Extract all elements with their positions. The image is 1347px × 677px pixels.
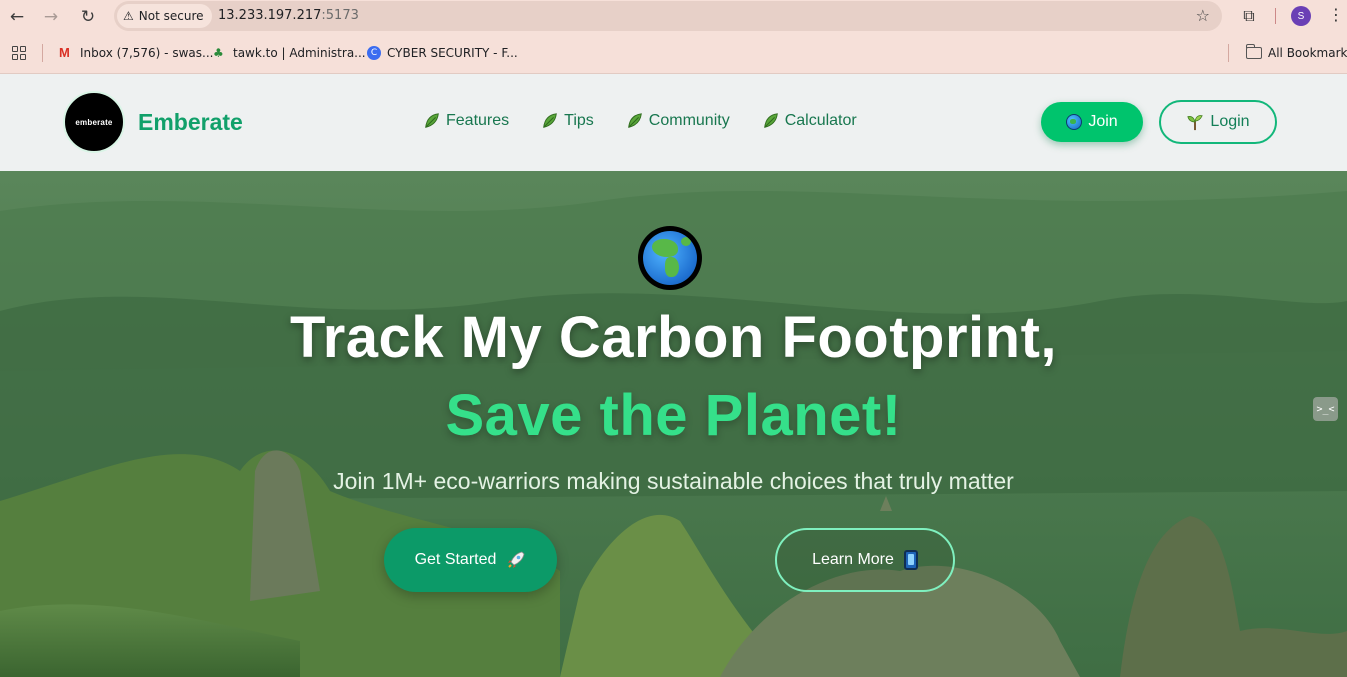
leaf-icon: [763, 113, 778, 128]
reload-icon[interactable]: ↻: [75, 4, 101, 30]
nav-calculator[interactable]: Calculator: [762, 112, 857, 130]
all-bookmarks[interactable]: All Bookmarks: [1245, 44, 1347, 62]
learn-more-button[interactable]: Learn More: [775, 528, 955, 592]
hero-section: Track My Carbon Footprint, Save the Plan…: [0, 171, 1347, 677]
url-text[interactable]: 13.233.197.217:5173: [218, 8, 359, 23]
logo[interactable]: emberate: [63, 91, 125, 153]
security-label: Not secure: [138, 9, 204, 23]
nav-label: Calculator: [784, 112, 857, 129]
leaf-icon: [543, 113, 557, 128]
leaf-icon: [425, 113, 439, 128]
hero-title: Track My Carbon Footprint,: [289, 305, 1058, 370]
brand-name[interactable]: Emberate: [138, 109, 243, 136]
nav-community[interactable]: Community: [626, 112, 730, 130]
browser-chrome: ← → ↻ ⚠ Not secure 13.233.197.217:5173 ☆…: [0, 0, 1347, 74]
url-host: 13.233.197.217: [218, 8, 322, 23]
main-nav: Features Tips Community Calculator: [423, 112, 857, 130]
rocket-icon: [508, 551, 525, 568]
apps-grid-icon[interactable]: [12, 46, 26, 60]
security-indicator[interactable]: ⚠ Not secure: [117, 4, 212, 28]
nav-features[interactable]: Features: [423, 112, 509, 130]
bookmark-label: Inbox (7,576) - swas...: [80, 46, 214, 60]
back-arrow-icon[interactable]: ←: [4, 4, 30, 30]
forward-arrow-icon[interactable]: →: [38, 4, 64, 30]
globe-icon: [1066, 114, 1083, 130]
profile-avatar[interactable]: S: [1291, 6, 1311, 26]
cyber-security-icon: C: [367, 46, 381, 60]
bookmarks-divider: [42, 44, 43, 62]
leaf-icon: [627, 113, 642, 128]
browser-toolbar: ← → ↻ ⚠ Not secure 13.233.197.217:5173 ☆…: [0, 0, 1347, 33]
earth-globe-icon: [638, 226, 702, 290]
bookmark-gmail[interactable]: M Inbox (7,576) - swas...: [59, 44, 213, 62]
address-bar[interactable]: ⚠ Not secure 13.233.197.217:5173 ☆: [114, 1, 1222, 31]
tawk-icon: ♣: [213, 46, 224, 60]
bookmarks-bar: M Inbox (7,576) - swas... ♣ tawk.to | Ad…: [0, 40, 1347, 66]
join-button[interactable]: Join: [1041, 102, 1143, 142]
hero-subtitle: Join 1M+ eco-warriors making sustainable…: [333, 468, 1014, 494]
url-port: :5173: [321, 8, 359, 23]
folder-icon: [1245, 44, 1262, 59]
get-started-button[interactable]: Get Started: [384, 528, 557, 592]
bookmark-label: tawk.to | Administra...: [233, 46, 366, 60]
bookmark-cyber-security[interactable]: C CYBER SECURITY - F...: [367, 44, 518, 62]
nav-label: Tips: [564, 112, 594, 129]
tablet-icon: [903, 550, 918, 570]
gmail-icon: M: [59, 45, 70, 60]
nav-label: Community: [648, 112, 730, 129]
page: emberate Emberate Features Tips Communit…: [0, 74, 1347, 677]
login-label: Login: [1210, 113, 1250, 130]
hero-title-accent: Save the Planet!: [445, 383, 902, 448]
bookmark-star-icon[interactable]: ☆: [1196, 6, 1210, 25]
browser-menu-icon[interactable]: ⋮: [1328, 5, 1344, 24]
extensions-icon[interactable]: ⧉: [1237, 4, 1261, 28]
nav-label: Features: [446, 112, 510, 129]
seedling-icon: [1187, 115, 1204, 131]
site-header: emberate Emberate Features Tips Communit…: [0, 74, 1347, 171]
get-started-label: Get Started: [414, 551, 497, 568]
nav-tips[interactable]: Tips: [541, 112, 594, 130]
learn-more-label: Learn More: [812, 551, 894, 568]
join-label: Join: [1088, 113, 1118, 130]
logo-text: emberate: [75, 117, 113, 127]
toolbar-divider: [1275, 8, 1276, 24]
bookmark-label: CYBER SECURITY - F...: [387, 46, 518, 60]
warning-icon: ⚠: [123, 9, 134, 23]
bookmark-tawk[interactable]: ♣ tawk.to | Administra...: [213, 44, 366, 62]
bookmarks-divider-right: [1228, 44, 1229, 62]
chat-widget-tab[interactable]: >_<: [1313, 397, 1338, 421]
login-button[interactable]: Login: [1159, 100, 1277, 144]
all-bookmarks-label: All Bookmarks: [1268, 46, 1347, 60]
